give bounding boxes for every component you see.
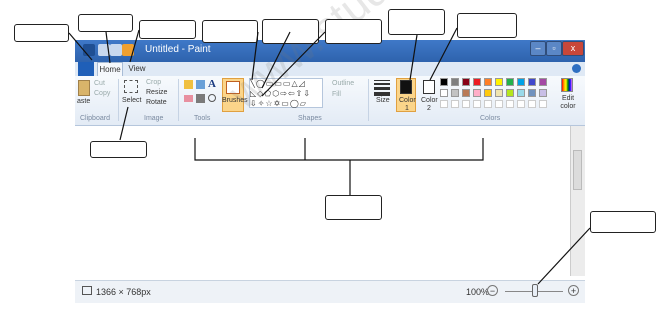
- annotation-arrows: [68, 27, 591, 285]
